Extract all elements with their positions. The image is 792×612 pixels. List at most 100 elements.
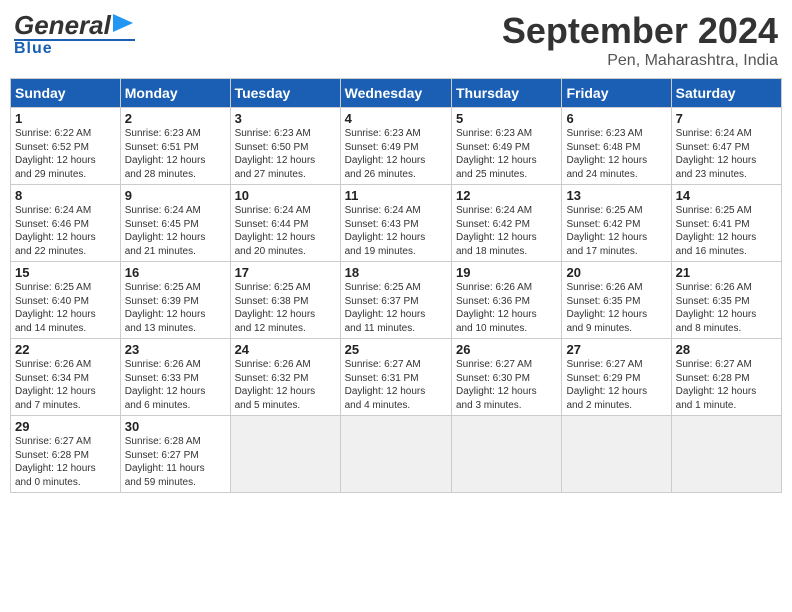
day-number: 9 <box>125 188 226 203</box>
calendar-cell: 5Sunrise: 6:23 AM Sunset: 6:49 PM Daylig… <box>451 108 561 185</box>
day-number: 20 <box>566 265 666 280</box>
calendar-week-row: 15Sunrise: 6:25 AM Sunset: 6:40 PM Dayli… <box>11 262 782 339</box>
title-area: September 2024 Pen, Maharashtra, India <box>502 10 778 70</box>
day-number: 28 <box>676 342 777 357</box>
day-info: Sunrise: 6:24 AM Sunset: 6:46 PM Dayligh… <box>15 204 116 258</box>
location: Pen, Maharashtra, India <box>502 52 778 70</box>
calendar-cell: 1Sunrise: 6:22 AM Sunset: 6:52 PM Daylig… <box>11 108 121 185</box>
day-number: 21 <box>676 265 777 280</box>
day-info: Sunrise: 6:23 AM Sunset: 6:49 PM Dayligh… <box>345 127 447 181</box>
calendar-cell: 13Sunrise: 6:25 AM Sunset: 6:42 PM Dayli… <box>562 185 671 262</box>
day-number: 30 <box>125 419 226 434</box>
calendar-cell: 16Sunrise: 6:25 AM Sunset: 6:39 PM Dayli… <box>120 262 230 339</box>
calendar-cell: 26Sunrise: 6:27 AM Sunset: 6:30 PM Dayli… <box>451 339 561 416</box>
day-info: Sunrise: 6:24 AM Sunset: 6:45 PM Dayligh… <box>125 204 226 258</box>
logo-general: General <box>14 12 111 38</box>
weekday-header: Tuesday <box>230 79 340 108</box>
calendar-cell <box>340 416 451 493</box>
day-info: Sunrise: 6:27 AM Sunset: 6:30 PM Dayligh… <box>456 358 557 412</box>
day-info: Sunrise: 6:24 AM Sunset: 6:42 PM Dayligh… <box>456 204 557 258</box>
day-number: 15 <box>15 265 116 280</box>
calendar-cell: 11Sunrise: 6:24 AM Sunset: 6:43 PM Dayli… <box>340 185 451 262</box>
day-info: Sunrise: 6:28 AM Sunset: 6:27 PM Dayligh… <box>125 435 226 489</box>
logo-blue: Blue <box>14 41 135 57</box>
calendar-cell: 23Sunrise: 6:26 AM Sunset: 6:33 PM Dayli… <box>120 339 230 416</box>
calendar-week-row: 1Sunrise: 6:22 AM Sunset: 6:52 PM Daylig… <box>11 108 782 185</box>
calendar-week-row: 29Sunrise: 6:27 AM Sunset: 6:28 PM Dayli… <box>11 416 782 493</box>
day-info: Sunrise: 6:27 AM Sunset: 6:28 PM Dayligh… <box>676 358 777 412</box>
day-info: Sunrise: 6:24 AM Sunset: 6:47 PM Dayligh… <box>676 127 777 181</box>
weekday-header-row: SundayMondayTuesdayWednesdayThursdayFrid… <box>11 79 782 108</box>
day-number: 19 <box>456 265 557 280</box>
day-number: 18 <box>345 265 447 280</box>
calendar-cell: 10Sunrise: 6:24 AM Sunset: 6:44 PM Dayli… <box>230 185 340 262</box>
calendar-cell: 3Sunrise: 6:23 AM Sunset: 6:50 PM Daylig… <box>230 108 340 185</box>
calendar-cell: 6Sunrise: 6:23 AM Sunset: 6:48 PM Daylig… <box>562 108 671 185</box>
day-info: Sunrise: 6:26 AM Sunset: 6:33 PM Dayligh… <box>125 358 226 412</box>
calendar-cell: 30Sunrise: 6:28 AM Sunset: 6:27 PM Dayli… <box>120 416 230 493</box>
calendar-cell: 4Sunrise: 6:23 AM Sunset: 6:49 PM Daylig… <box>340 108 451 185</box>
calendar-cell: 19Sunrise: 6:26 AM Sunset: 6:36 PM Dayli… <box>451 262 561 339</box>
calendar-cell: 29Sunrise: 6:27 AM Sunset: 6:28 PM Dayli… <box>11 416 121 493</box>
day-number: 22 <box>15 342 116 357</box>
calendar-cell: 25Sunrise: 6:27 AM Sunset: 6:31 PM Dayli… <box>340 339 451 416</box>
weekday-header: Sunday <box>11 79 121 108</box>
calendar: SundayMondayTuesdayWednesdayThursdayFrid… <box>10 78 782 493</box>
calendar-cell: 8Sunrise: 6:24 AM Sunset: 6:46 PM Daylig… <box>11 185 121 262</box>
day-number: 17 <box>235 265 336 280</box>
day-info: Sunrise: 6:23 AM Sunset: 6:49 PM Dayligh… <box>456 127 557 181</box>
day-number: 23 <box>125 342 226 357</box>
day-info: Sunrise: 6:23 AM Sunset: 6:51 PM Dayligh… <box>125 127 226 181</box>
calendar-cell <box>671 416 781 493</box>
day-number: 24 <box>235 342 336 357</box>
day-number: 26 <box>456 342 557 357</box>
calendar-cell: 24Sunrise: 6:26 AM Sunset: 6:32 PM Dayli… <box>230 339 340 416</box>
day-number: 10 <box>235 188 336 203</box>
calendar-cell <box>230 416 340 493</box>
calendar-cell <box>451 416 561 493</box>
calendar-cell: 20Sunrise: 6:26 AM Sunset: 6:35 PM Dayli… <box>562 262 671 339</box>
day-number: 4 <box>345 111 447 126</box>
month-title: September 2024 <box>502 10 778 52</box>
day-number: 16 <box>125 265 226 280</box>
calendar-cell: 27Sunrise: 6:27 AM Sunset: 6:29 PM Dayli… <box>562 339 671 416</box>
day-number: 29 <box>15 419 116 434</box>
calendar-cell <box>562 416 671 493</box>
day-info: Sunrise: 6:26 AM Sunset: 6:36 PM Dayligh… <box>456 281 557 335</box>
day-number: 14 <box>676 188 777 203</box>
page-header: General Blue September 2024 Pen, Maharas… <box>10 10 782 70</box>
day-info: Sunrise: 6:27 AM Sunset: 6:28 PM Dayligh… <box>15 435 116 489</box>
day-info: Sunrise: 6:25 AM Sunset: 6:40 PM Dayligh… <box>15 281 116 335</box>
calendar-cell: 15Sunrise: 6:25 AM Sunset: 6:40 PM Dayli… <box>11 262 121 339</box>
day-number: 5 <box>456 111 557 126</box>
day-number: 25 <box>345 342 447 357</box>
day-info: Sunrise: 6:27 AM Sunset: 6:31 PM Dayligh… <box>345 358 447 412</box>
weekday-header: Monday <box>120 79 230 108</box>
calendar-cell: 14Sunrise: 6:25 AM Sunset: 6:41 PM Dayli… <box>671 185 781 262</box>
calendar-week-row: 8Sunrise: 6:24 AM Sunset: 6:46 PM Daylig… <box>11 185 782 262</box>
day-info: Sunrise: 6:25 AM Sunset: 6:37 PM Dayligh… <box>345 281 447 335</box>
day-number: 1 <box>15 111 116 126</box>
day-info: Sunrise: 6:26 AM Sunset: 6:32 PM Dayligh… <box>235 358 336 412</box>
logo: General Blue <box>14 10 135 57</box>
day-info: Sunrise: 6:23 AM Sunset: 6:48 PM Dayligh… <box>566 127 666 181</box>
day-info: Sunrise: 6:26 AM Sunset: 6:35 PM Dayligh… <box>566 281 666 335</box>
weekday-header: Wednesday <box>340 79 451 108</box>
weekday-header: Thursday <box>451 79 561 108</box>
calendar-cell: 12Sunrise: 6:24 AM Sunset: 6:42 PM Dayli… <box>451 185 561 262</box>
day-number: 12 <box>456 188 557 203</box>
day-info: Sunrise: 6:22 AM Sunset: 6:52 PM Dayligh… <box>15 127 116 181</box>
day-info: Sunrise: 6:25 AM Sunset: 6:41 PM Dayligh… <box>676 204 777 258</box>
day-info: Sunrise: 6:25 AM Sunset: 6:38 PM Dayligh… <box>235 281 336 335</box>
calendar-cell: 28Sunrise: 6:27 AM Sunset: 6:28 PM Dayli… <box>671 339 781 416</box>
day-number: 13 <box>566 188 666 203</box>
day-info: Sunrise: 6:26 AM Sunset: 6:34 PM Dayligh… <box>15 358 116 412</box>
calendar-cell: 7Sunrise: 6:24 AM Sunset: 6:47 PM Daylig… <box>671 108 781 185</box>
day-info: Sunrise: 6:25 AM Sunset: 6:42 PM Dayligh… <box>566 204 666 258</box>
calendar-cell: 21Sunrise: 6:26 AM Sunset: 6:35 PM Dayli… <box>671 262 781 339</box>
calendar-cell: 22Sunrise: 6:26 AM Sunset: 6:34 PM Dayli… <box>11 339 121 416</box>
day-number: 3 <box>235 111 336 126</box>
day-info: Sunrise: 6:23 AM Sunset: 6:50 PM Dayligh… <box>235 127 336 181</box>
day-info: Sunrise: 6:25 AM Sunset: 6:39 PM Dayligh… <box>125 281 226 335</box>
day-number: 6 <box>566 111 666 126</box>
